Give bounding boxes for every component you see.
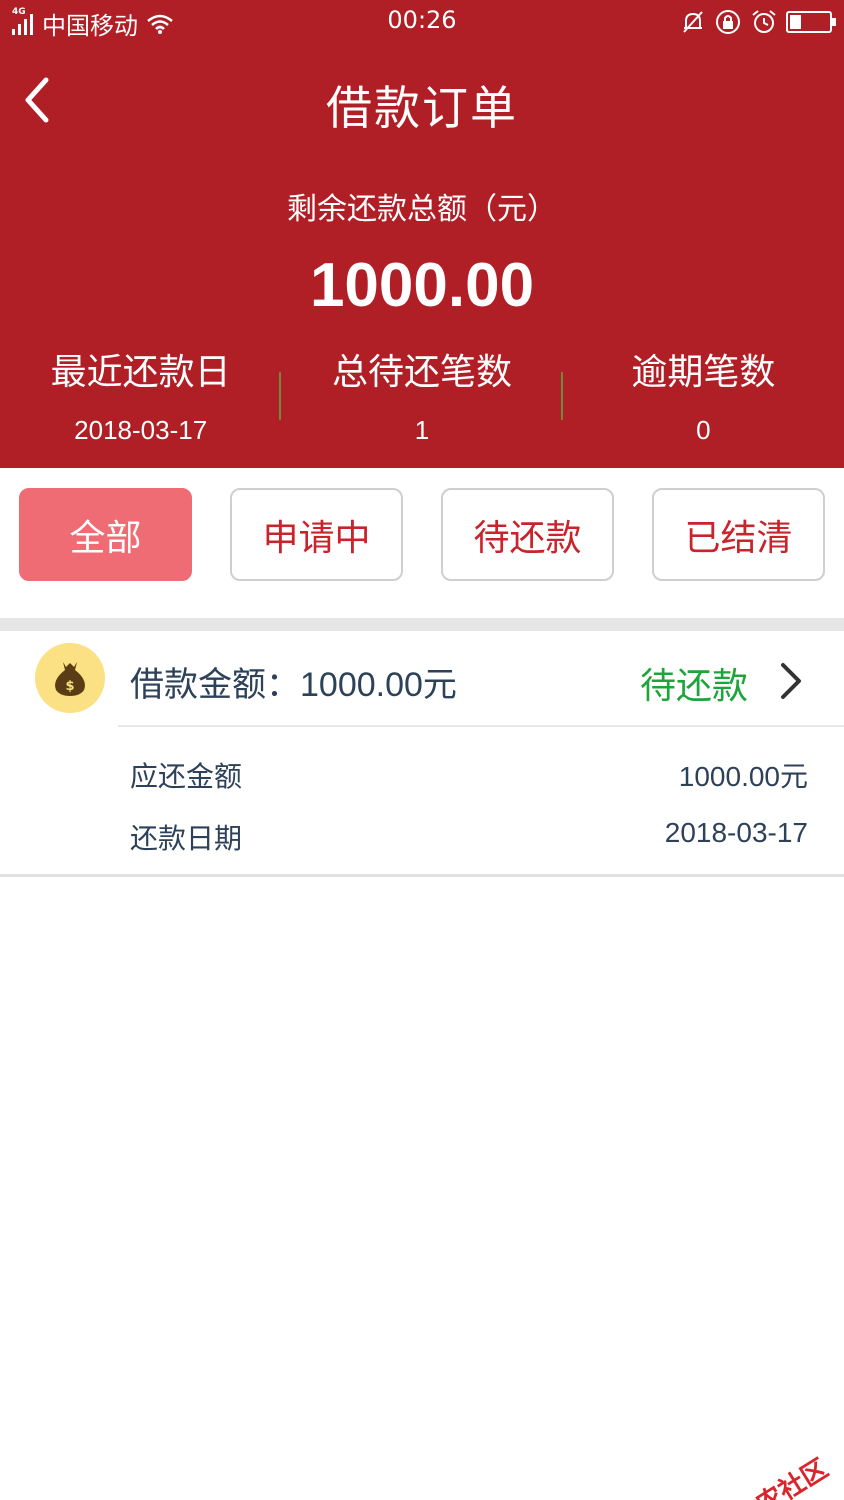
order-amount-label: 借款金额：: [130, 665, 300, 705]
row-value: 1000.00元: [678, 761, 808, 792]
order-card[interactable]: $ 借款金额：1000.00元 待还款 应还金额 1000.00元 还款日期 2…: [0, 631, 844, 877]
chevron-right-icon[interactable]: [778, 661, 804, 701]
stat-recent-due-date: 最近还款日 2018-03-17: [0, 348, 282, 448]
page-title: 借款订单: [326, 81, 518, 135]
stat-total-pending: 总待还笔数 1: [281, 348, 563, 448]
stat-overdue-count: 逾期笔数 0: [563, 348, 844, 448]
stat-value: 2018-03-17: [74, 415, 208, 445]
order-separator: [118, 725, 844, 727]
order-row-due-date: 还款日期 2018-03-17: [130, 817, 808, 857]
row-value: 2018-03-17: [664, 817, 808, 848]
header: 4G 中国移动 00:26 借款订单 剩余还款总额（元） 1000.00 最近还…: [0, 0, 844, 468]
order-amount-value: 1000.00元: [300, 666, 457, 704]
total-amount: 1000.00: [309, 251, 535, 320]
battery-fill: [790, 15, 802, 29]
filter-settled-button[interactable]: 已结清: [652, 488, 825, 581]
nav-bar: 借款订单: [0, 46, 844, 156]
filter-pending-button[interactable]: 待还款: [441, 488, 614, 581]
filter-applying-button[interactable]: 申请中: [230, 488, 403, 581]
summary-stats: 最近还款日 2018-03-17 总待还笔数 1 逾期笔数 0: [0, 348, 844, 448]
section-divider: [0, 618, 844, 631]
order-row-due-amount: 应还金额 1000.00元: [130, 755, 808, 795]
stat-value: 0: [696, 415, 711, 445]
filter-tabs: 全部 申请中 待还款 已结清: [0, 468, 844, 618]
row-key: 还款日期: [130, 822, 243, 855]
silent-bell-icon: [683, 11, 703, 33]
watermark-text: 卡农社区: [729, 1453, 834, 1500]
money-bag-icon: $: [35, 643, 105, 713]
stat-label: 总待还笔数: [331, 352, 512, 393]
row-key: 应还金额: [130, 760, 243, 793]
total-label: 剩余还款总额（元）: [287, 192, 557, 227]
battery-icon: [786, 11, 836, 33]
order-status: 待还款: [639, 666, 748, 707]
status-bar: 4G 中国移动 00:26: [0, 0, 844, 46]
svg-text:$: $: [65, 679, 74, 694]
watermark-logo: 卡农社区: [697, 1449, 834, 1500]
stat-value: 1: [414, 415, 430, 445]
status-right: [680, 8, 836, 36]
order-amount: 借款金额：1000.00元: [130, 657, 457, 706]
stat-label: 最近还款日: [50, 352, 231, 393]
alarm-icon: [752, 10, 776, 33]
stat-label: 逾期笔数: [631, 352, 776, 393]
filter-all-button[interactable]: 全部: [19, 488, 192, 581]
rotation-lock-icon: [716, 10, 740, 34]
